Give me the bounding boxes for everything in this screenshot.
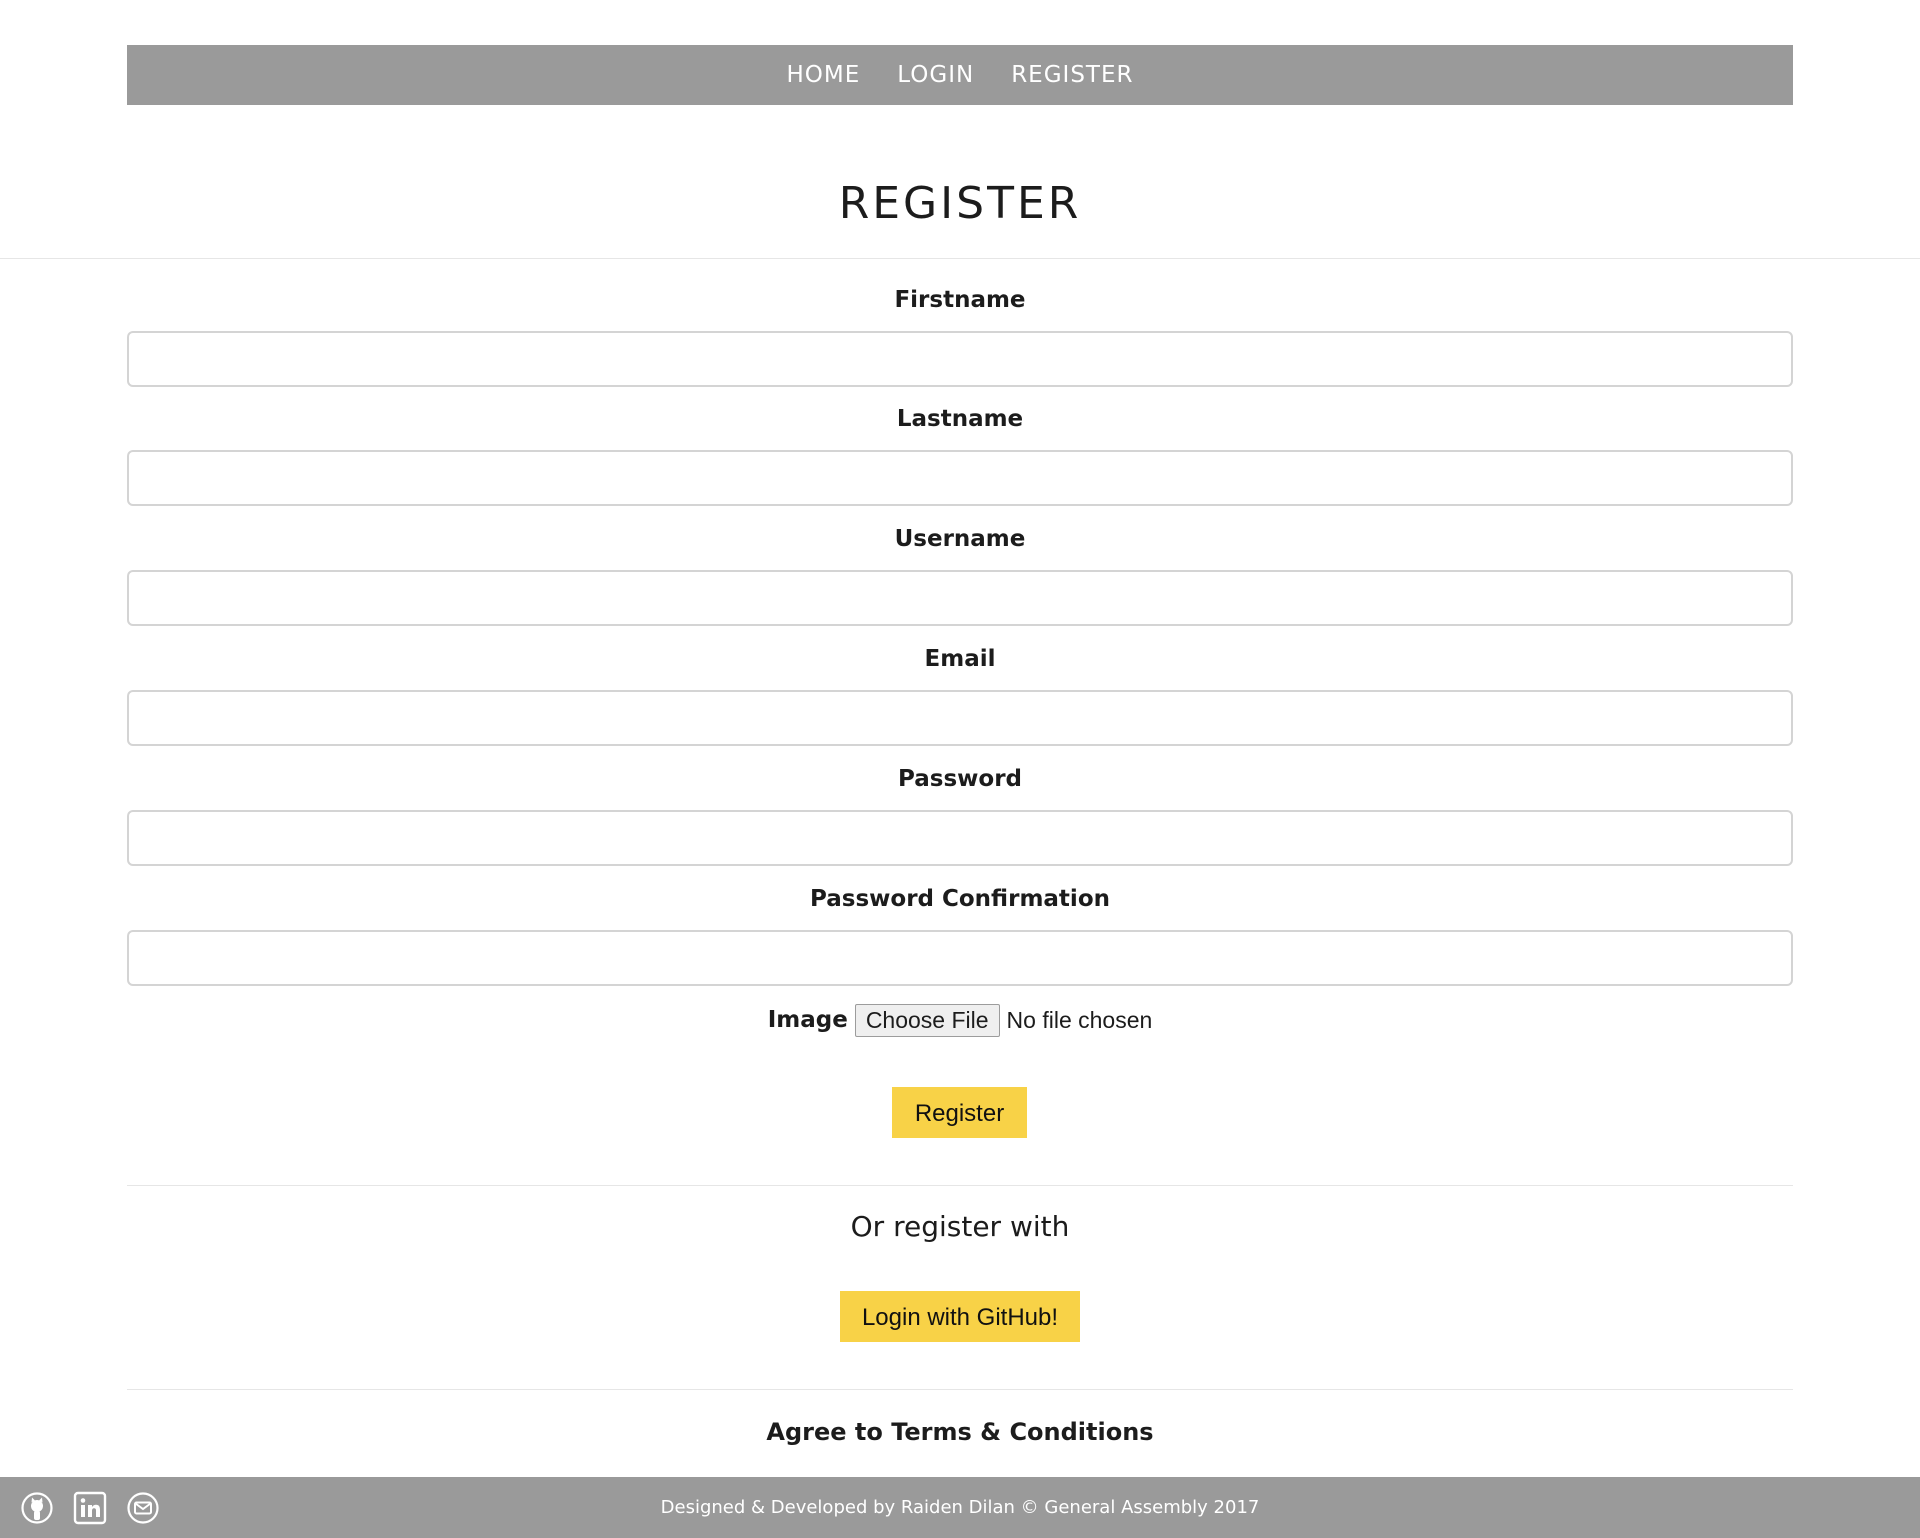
image-upload-row: Image Choose File No file chosen — [0, 1002, 1920, 1038]
section-divider-top — [127, 1185, 1793, 1186]
password-confirmation-label: Password Confirmation — [810, 886, 1110, 912]
page-title: REGISTER — [838, 178, 1082, 229]
choose-file-button[interactable]: Choose File — [854, 1003, 1000, 1037]
lastname-label: Lastname — [896, 406, 1024, 432]
github-login-button[interactable]: Login with GitHub! — [840, 1291, 1080, 1342]
nav-link-login[interactable]: LOGIN — [897, 62, 974, 88]
nav-link-register[interactable]: REGISTER — [1011, 62, 1133, 88]
password-input[interactable] — [127, 810, 1793, 866]
lastname-input[interactable] — [127, 450, 1793, 506]
or-register-with-heading: Or register with — [850, 1210, 1070, 1243]
username-input[interactable] — [127, 570, 1793, 626]
section-divider-bottom — [127, 1389, 1793, 1390]
password-confirmation-input[interactable] — [127, 930, 1793, 986]
email-label: Email — [924, 646, 996, 672]
firstname-input[interactable] — [127, 331, 1793, 387]
nav-link-home[interactable]: HOME — [787, 62, 861, 88]
image-label: Image — [767, 1007, 848, 1033]
email-input[interactable] — [127, 690, 1793, 746]
register-submit-button[interactable]: Register — [892, 1087, 1027, 1138]
title-divider — [0, 258, 1920, 259]
terms-conditions-link[interactable]: Agree to Terms & Conditions — [0, 1416, 1920, 1448]
password-label: Password — [898, 766, 1022, 792]
file-status-text: No file chosen — [1006, 1006, 1153, 1033]
footer: Designed & Developed by Raiden Dilan © G… — [0, 1477, 1920, 1538]
firstname-label: Firstname — [894, 287, 1026, 313]
username-label: Username — [894, 526, 1026, 552]
top-navbar: HOME LOGIN REGISTER — [127, 45, 1793, 105]
footer-credit-text: Designed & Developed by Raiden Dilan © G… — [660, 1497, 1260, 1518]
